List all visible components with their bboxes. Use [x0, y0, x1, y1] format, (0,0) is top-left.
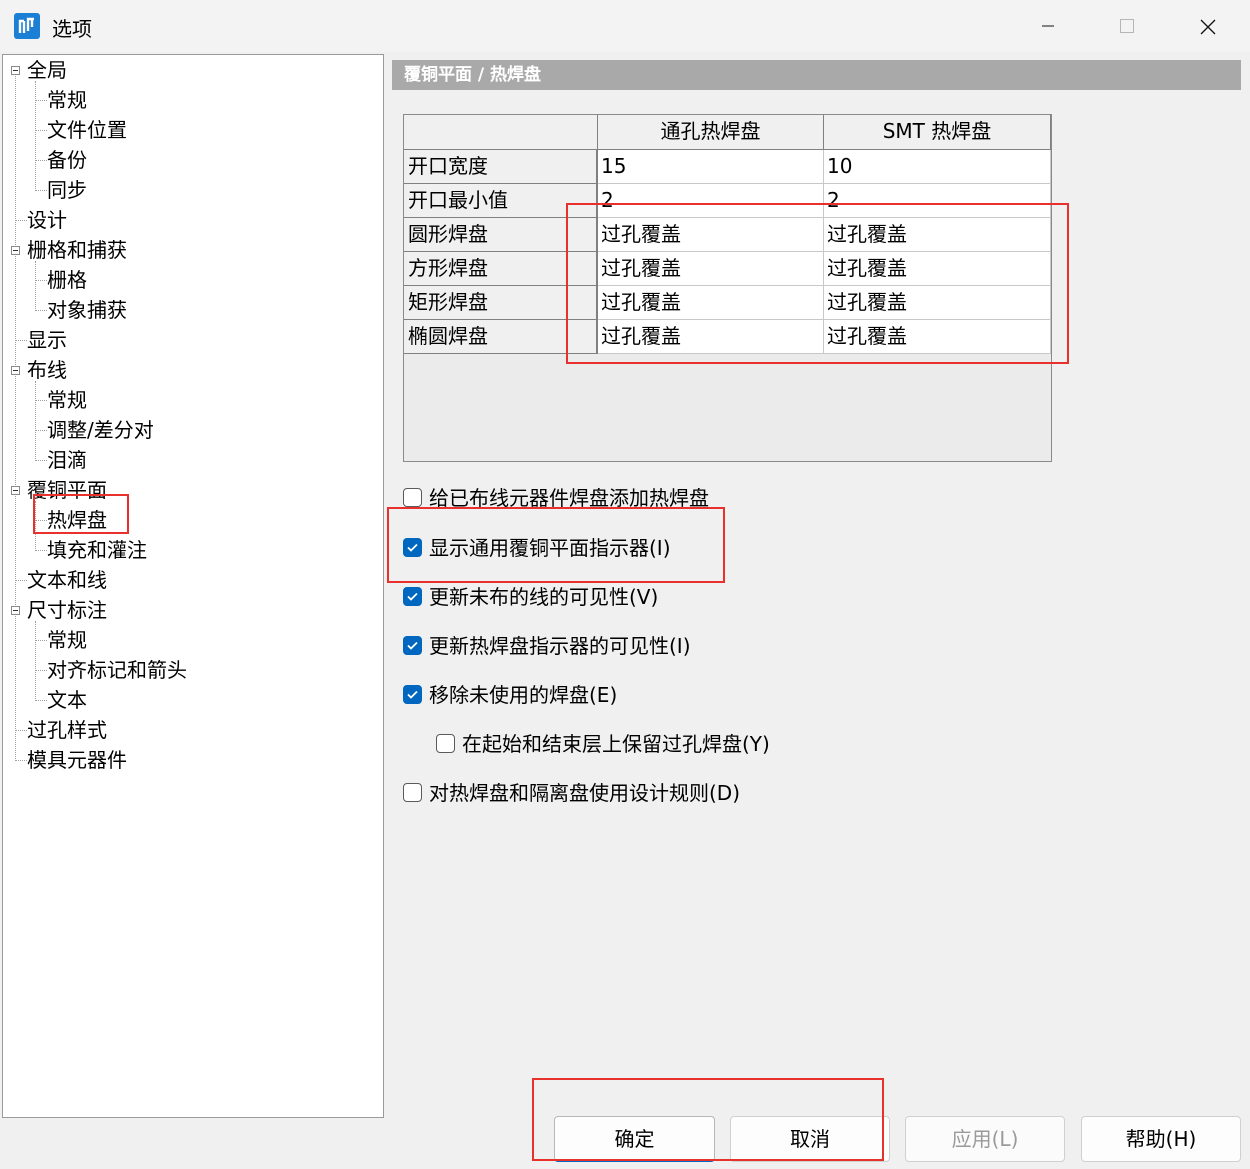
- tree-node-text-lines[interactable]: 文本和线: [27, 567, 107, 593]
- tree-node-dim-general[interactable]: 常规: [47, 627, 87, 653]
- grid-cell[interactable]: 过孔覆盖: [824, 252, 1051, 286]
- option-keep-via-pads-start-end[interactable]: 在起始和结束层上保留过孔焊盘(Y): [436, 732, 836, 758]
- option-label: 对热焊盘和隔离盘使用设计规则(D): [429, 781, 741, 805]
- tree-node-design[interactable]: 设计: [27, 207, 67, 233]
- tree-node-flood-hatch[interactable]: 填充和灌注: [47, 537, 147, 563]
- app-icon: [14, 13, 40, 39]
- row-header: 圆形焊盘: [404, 218, 598, 252]
- tree-node-general[interactable]: 常规: [47, 87, 87, 113]
- option-show-general-plane-indicators[interactable]: 显示通用覆铜平面指示器(I): [403, 536, 803, 562]
- tree-node-teardrops[interactable]: 泪滴: [47, 447, 87, 473]
- tree-node-dim-text[interactable]: 文本: [47, 687, 87, 713]
- collapse-icon[interactable]: [11, 606, 20, 615]
- tree-node-file-locations[interactable]: 文件位置: [47, 117, 127, 143]
- option-update-unroute-visibility[interactable]: 更新未布的线的可见性(V): [403, 585, 803, 611]
- grid-cell[interactable]: 15: [598, 150, 824, 184]
- tree-node-dimensioning[interactable]: 尺寸标注: [27, 597, 107, 623]
- row-header: 开口宽度: [404, 150, 598, 184]
- tree-node-die-components[interactable]: 模具元器件: [27, 747, 127, 773]
- grid-cell[interactable]: 过孔覆盖: [598, 218, 824, 252]
- thermal-grid[interactable]: 通孔热焊盘 SMT 热焊盘 开口宽度 15 10 开口最小值 2 2 圆形焊盘 …: [403, 114, 1052, 462]
- column-header-smt: SMT 热焊盘: [824, 115, 1051, 150]
- tree-node-via-patterns[interactable]: 过孔样式: [27, 717, 107, 743]
- tree-node-alignment-arrows[interactable]: 对齐标记和箭头: [47, 657, 187, 683]
- option-remove-unused-pads[interactable]: 移除未使用的焊盘(E): [403, 683, 803, 709]
- option-label: 更新热焊盘指示器的可见性(I): [429, 634, 691, 658]
- row-header: 方形焊盘: [404, 252, 598, 286]
- checkbox-unchecked[interactable]: [436, 734, 455, 753]
- option-label: 给已布线元器件焊盘添加热焊盘: [429, 486, 709, 510]
- row-header: 开口最小值: [404, 184, 598, 218]
- page-title: 覆铜平面 / 热焊盘: [392, 60, 1241, 90]
- tree-node-grids-snap[interactable]: 栅格和捕获: [27, 237, 127, 263]
- collapse-icon[interactable]: [11, 366, 20, 375]
- option-label: 更新未布的线的可见性(V): [429, 585, 659, 609]
- checkbox-checked[interactable]: [403, 636, 422, 655]
- tree-node-sync[interactable]: 同步: [47, 177, 87, 203]
- grid-cell[interactable]: 过孔覆盖: [598, 286, 824, 320]
- checkbox-checked[interactable]: [403, 538, 422, 557]
- title-bar: 选项: [0, 0, 1250, 52]
- option-add-thermals-routed-pads[interactable]: 给已布线元器件焊盘添加热焊盘: [403, 486, 803, 512]
- grid-cell[interactable]: 2: [598, 184, 824, 218]
- ok-button[interactable]: 确定: [554, 1116, 715, 1162]
- tree-node-routing-general[interactable]: 常规: [47, 387, 87, 413]
- collapse-icon[interactable]: [11, 486, 20, 495]
- option-label: 在起始和结束层上保留过孔焊盘(Y): [462, 732, 770, 756]
- checkbox-unchecked[interactable]: [403, 488, 422, 507]
- tree-node-tuning-diff-pairs[interactable]: 调整/差分对: [47, 417, 154, 443]
- grid-cell[interactable]: 2: [824, 184, 1051, 218]
- tree-node-grids[interactable]: 栅格: [47, 267, 87, 293]
- grid-cell[interactable]: 过孔覆盖: [598, 252, 824, 286]
- tree-node-thermals[interactable]: 热焊盘: [47, 507, 107, 533]
- grid-cell[interactable]: 过孔覆盖: [598, 320, 824, 354]
- checkbox-unchecked[interactable]: [403, 783, 422, 802]
- row-header: 椭圆焊盘: [404, 320, 598, 354]
- tree-node-global[interactable]: 全局: [27, 57, 67, 83]
- tree-node-routing[interactable]: 布线: [27, 357, 67, 383]
- option-label: 移除未使用的焊盘(E): [429, 683, 618, 707]
- option-use-design-rules-thermals[interactable]: 对热焊盘和隔离盘使用设计规则(D): [403, 781, 803, 807]
- collapse-icon[interactable]: [11, 66, 20, 75]
- grid-cell[interactable]: 过孔覆盖: [824, 320, 1051, 354]
- apply-button[interactable]: 应用(L): [905, 1116, 1065, 1162]
- grid-cell[interactable]: 过孔覆盖: [824, 218, 1051, 252]
- window-title: 选项: [52, 17, 92, 41]
- column-header-through-hole: 通孔热焊盘: [598, 115, 824, 150]
- grid-cell[interactable]: 过孔覆盖: [824, 286, 1051, 320]
- grid-cell[interactable]: 10: [824, 150, 1051, 184]
- options-tree[interactable]: 全局 常规 文件位置 备份 同步 设计 栅格和捕获 栅格 对象捕获 显示 布线 …: [2, 54, 384, 1118]
- option-update-thermal-indicator-visibility[interactable]: 更新热焊盘指示器的可见性(I): [403, 634, 803, 660]
- row-header: 矩形焊盘: [404, 286, 598, 320]
- tree-node-backup[interactable]: 备份: [47, 147, 87, 173]
- checkbox-checked[interactable]: [403, 587, 422, 606]
- minimize-icon[interactable]: [1008, 0, 1088, 52]
- tree-node-display[interactable]: 显示: [27, 327, 67, 353]
- grid-corner: [404, 115, 598, 150]
- close-icon[interactable]: [1168, 0, 1248, 52]
- checkbox-checked[interactable]: [403, 685, 422, 704]
- collapse-icon[interactable]: [11, 246, 20, 255]
- tree-node-copper-planes[interactable]: 覆铜平面: [27, 477, 107, 503]
- maximize-icon[interactable]: [1088, 0, 1168, 52]
- option-label: 显示通用覆铜平面指示器(I): [429, 536, 671, 560]
- tree-node-object-snap[interactable]: 对象捕获: [47, 297, 127, 323]
- help-button[interactable]: 帮助(H): [1081, 1116, 1241, 1162]
- cancel-button[interactable]: 取消: [730, 1116, 890, 1162]
